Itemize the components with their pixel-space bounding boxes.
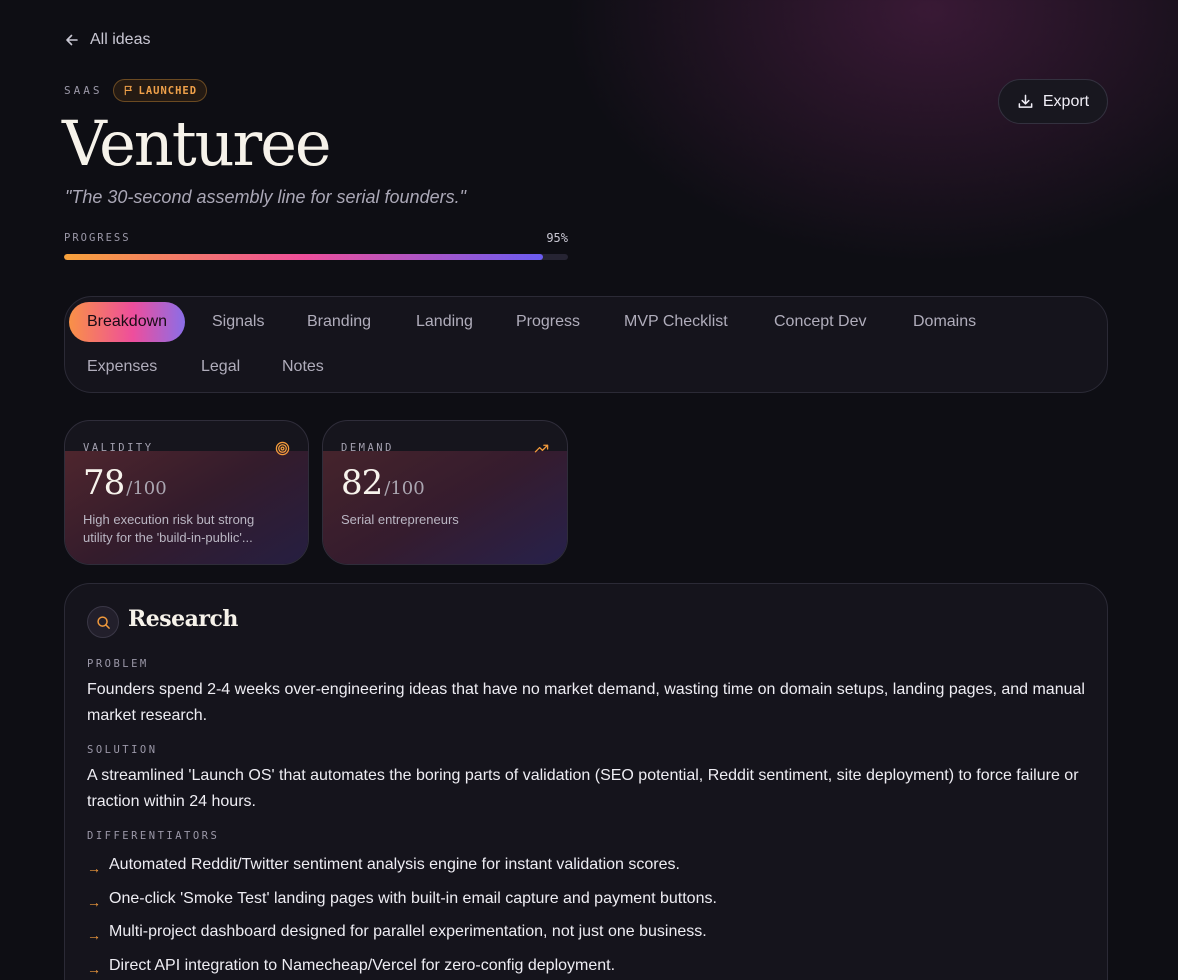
flag-icon (124, 85, 132, 96)
research-icon-badge (87, 606, 119, 638)
problem-text: Founders spend 2-4 weeks over-engineerin… (87, 681, 1085, 724)
arrow-right-icon: → (87, 860, 101, 876)
target-icon (275, 441, 290, 456)
tab-notes[interactable]: Notes (264, 347, 342, 387)
progress-bar-fill (64, 254, 543, 260)
tagline: "The 30-second assembly line for serial … (65, 187, 466, 207)
arrow-left-icon (66, 34, 78, 46)
idea-meta: SAAS LAUNCHED (64, 79, 208, 102)
back-link-label: All ideas (90, 31, 151, 48)
tab-mvp-checklist[interactable]: MVP Checklist (606, 302, 746, 342)
export-button[interactable]: Export (998, 79, 1108, 124)
category-label: SAAS (64, 84, 103, 97)
demand-score-max: /100 (384, 478, 425, 499)
differentiator-item: → One-click 'Smoke Test' landing pages w… (87, 888, 717, 910)
validity-card: VALIDITY 78 /100 High execution risk but… (64, 420, 309, 565)
differentiator-item: → Multi-project dashboard designed for p… (87, 921, 707, 943)
research-title: Research (128, 606, 238, 632)
trending-up-icon (534, 444, 549, 453)
back-link[interactable]: All ideas (64, 29, 150, 51)
differentiator-item: → Direct API integration to Namecheap/Ve… (87, 955, 615, 977)
tab-signals[interactable]: Signals (194, 302, 282, 342)
differentiator-text: Automated Reddit/Twitter sentiment analy… (109, 856, 680, 873)
differentiator-text: One-click 'Smoke Test' landing pages wit… (109, 890, 717, 907)
status-label: LAUNCHED (138, 84, 198, 97)
differentiator-text: Direct API integration to Namecheap/Verc… (109, 957, 616, 974)
demand-label: DEMAND (341, 442, 394, 454)
tab-domains[interactable]: Domains (895, 302, 994, 342)
demand-score: 82 /100 (341, 463, 425, 503)
export-button-label: Export (1042, 92, 1090, 110)
tab-breakdown[interactable]: Breakdown (69, 302, 186, 342)
differentiator-text: Multi-project dashboard designed for par… (109, 923, 707, 940)
tab-landing[interactable]: Landing (398, 302, 491, 342)
demand-card: DEMAND 82 /100 Serial entrepreneurs (322, 420, 568, 565)
arrow-right-icon: → (87, 894, 101, 910)
differentiators-label: DIFFERENTIATORS (87, 830, 220, 842)
tab-legal[interactable]: Legal (183, 347, 258, 387)
page-title: Venturee (62, 107, 332, 180)
demand-description: Serial entrepreneurs (341, 512, 459, 527)
solution-text: A streamlined 'Launch OS' that automates… (87, 767, 1079, 810)
arrow-right-icon: → (87, 961, 101, 977)
validity-score-value: 78 (83, 463, 125, 503)
problem-label: PROBLEM (87, 658, 149, 670)
tab-bar: Breakdown Signals Branding Landing Progr… (64, 296, 1108, 393)
progress-label: PROGRESS (64, 232, 131, 244)
research-panel: Research PROBLEM Founders spend 2-4 week… (64, 583, 1108, 980)
tab-progress[interactable]: Progress (498, 302, 598, 342)
status-badge: LAUNCHED (112, 79, 208, 102)
validity-label: VALIDITY (83, 442, 154, 454)
validity-description: High execution risk but strong utility f… (83, 512, 255, 545)
solution-label: SOLUTION (87, 744, 158, 756)
differentiator-item: → Automated Reddit/Twitter sentiment ana… (87, 854, 680, 876)
tab-expenses[interactable]: Expenses (69, 347, 175, 387)
search-icon (96, 615, 110, 629)
validity-score: 78 /100 (83, 463, 167, 503)
validity-score-max: /100 (126, 478, 167, 499)
arrow-right-icon: → (87, 927, 101, 943)
progress-value: 95% (546, 231, 568, 245)
download-icon (1018, 94, 1033, 108)
demand-score-value: 82 (341, 463, 383, 503)
tab-concept-dev[interactable]: Concept Dev (756, 302, 885, 342)
progress-bar (64, 254, 568, 260)
tab-branding[interactable]: Branding (289, 302, 389, 342)
